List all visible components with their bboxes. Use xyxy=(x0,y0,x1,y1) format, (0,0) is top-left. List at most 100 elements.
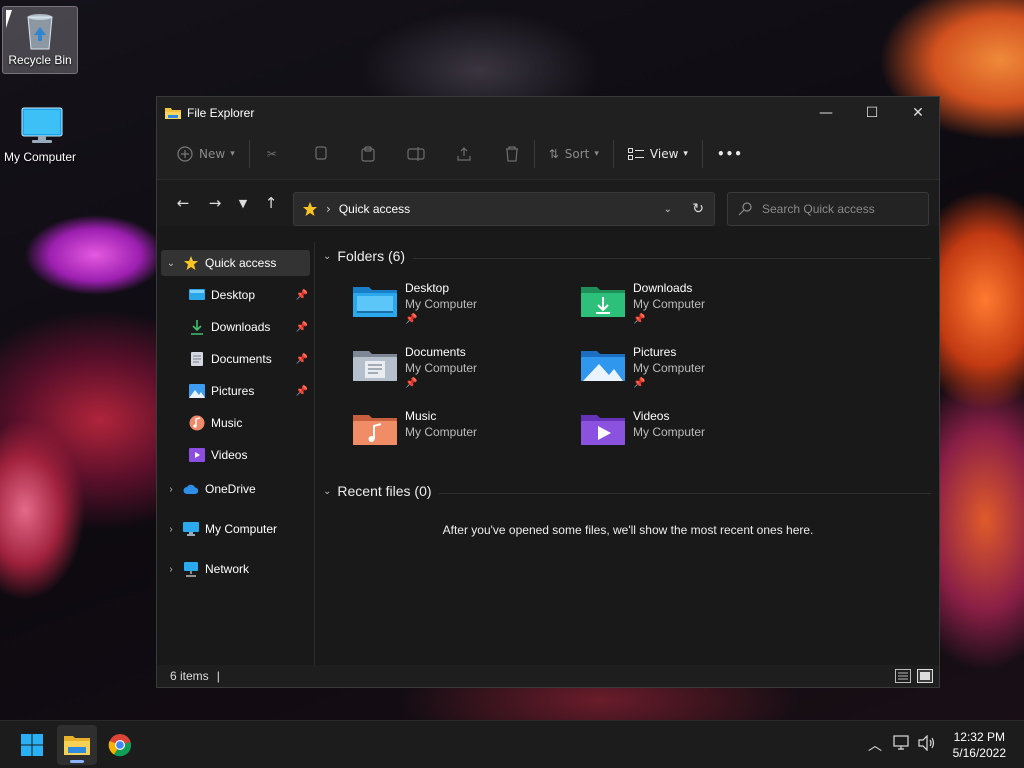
sidebar-item-network[interactable]: › Network xyxy=(161,556,310,582)
share-icon xyxy=(456,146,472,162)
folder-tile-music[interactable]: Music My Computer xyxy=(353,408,573,468)
up-button[interactable]: ↑ xyxy=(255,187,287,219)
chevron-down-icon[interactable]: ⌄ xyxy=(163,258,179,269)
plus-circle-icon xyxy=(177,145,193,162)
sort-icon: ⇅ xyxy=(548,146,559,161)
sidebar-item-onedrive[interactable]: › OneDrive xyxy=(161,476,310,502)
star-icon xyxy=(183,255,199,271)
folder-name: Videos xyxy=(633,409,670,423)
divider xyxy=(413,258,931,259)
start-button[interactable] xyxy=(12,725,52,765)
folder-tile-desktop[interactable]: Desktop My Computer 📌 xyxy=(353,280,573,340)
close-button[interactable]: ✕ xyxy=(895,97,941,128)
desktop-icon-my-computer[interactable]: My Computer xyxy=(2,106,78,174)
maximize-button[interactable]: ☐ xyxy=(849,97,895,128)
chevron-down-icon: ▾ xyxy=(594,148,599,159)
sidebar-item-my-computer[interactable]: › My Computer xyxy=(161,516,310,542)
folder-tile-videos[interactable]: Videos My Computer xyxy=(581,408,801,468)
tiles-view-icon[interactable] xyxy=(917,669,933,683)
breadcrumb-separator: › xyxy=(326,202,331,216)
forward-button[interactable]: → xyxy=(199,187,231,219)
toolbar-divider xyxy=(612,139,614,168)
pictures-icon xyxy=(189,383,205,399)
chevron-down-icon[interactable]: ⌄ xyxy=(323,251,331,262)
folder-tile-pictures[interactable]: Pictures My Computer 📌 xyxy=(581,344,801,404)
paste-button[interactable] xyxy=(352,138,384,170)
sidebar-item-label: Videos xyxy=(211,448,248,462)
copy-icon xyxy=(313,145,327,162)
sidebar-item-downloads[interactable]: Downloads 📌 xyxy=(161,314,310,340)
active-indicator xyxy=(70,760,84,763)
toolbar-divider xyxy=(533,139,535,168)
show-hidden-icons-chevron-icon[interactable]: ︿ xyxy=(868,735,882,755)
chevron-right-icon[interactable]: › xyxy=(163,524,179,535)
folder-name: Documents xyxy=(405,345,466,359)
documents-icon xyxy=(189,351,205,367)
recent-files-empty-message: After you've opened some files, we'll sh… xyxy=(442,523,814,537)
sidebar-item-documents[interactable]: Documents 📌 xyxy=(161,346,310,372)
volume-icon[interactable] xyxy=(918,734,936,755)
chevron-down-icon[interactable]: ⌄ xyxy=(323,486,331,497)
search-input[interactable] xyxy=(762,202,912,216)
sidebar-item-quick-access[interactable]: ⌄ Quick access xyxy=(161,250,310,276)
rename-button[interactable] xyxy=(400,138,432,170)
chevron-right-icon[interactable]: › xyxy=(163,564,179,575)
scissors-icon: ✂ xyxy=(266,146,277,161)
desktop-icon-label: Recycle Bin xyxy=(8,53,72,67)
recent-files-section-header[interactable]: ⌄ Recent files (0) xyxy=(323,483,432,499)
address-bar[interactable]: › Quick access ⌄ ↻ xyxy=(293,192,715,226)
videos-folder-icon xyxy=(581,412,625,446)
sidebar-item-desktop[interactable]: Desktop 📌 xyxy=(161,282,310,308)
details-view-icon[interactable] xyxy=(895,669,911,683)
minimize-button[interactable]: — xyxy=(803,97,849,128)
content-pane: ⌄ Folders (6) Desktop My Computer 📌 Down… xyxy=(317,242,939,668)
taskbar-chrome[interactable] xyxy=(100,725,140,765)
monitor-icon xyxy=(183,521,199,537)
delete-button[interactable] xyxy=(496,138,528,170)
folder-icon xyxy=(64,734,90,756)
more-options-button[interactable]: ••• xyxy=(709,138,751,170)
sidebar-item-music[interactable]: Music xyxy=(161,410,310,436)
refresh-icon[interactable]: ↻ xyxy=(692,201,704,217)
back-button[interactable]: ← xyxy=(167,187,199,219)
folder-location: My Computer xyxy=(633,297,706,311)
clock-time: 12:32 PM xyxy=(953,730,1005,744)
chevron-down-icon: ▾ xyxy=(230,148,235,159)
sidebar-item-label: OneDrive xyxy=(205,482,256,496)
sort-button[interactable]: ⇅ Sort ▾ xyxy=(541,138,607,170)
folder-tile-downloads[interactable]: Downloads My Computer 📌 xyxy=(581,280,801,340)
pin-icon: 📌 xyxy=(295,385,308,397)
clock[interactable]: 12:32 PM 5/16/2022 xyxy=(953,729,1006,761)
folder-location: My Computer xyxy=(405,425,478,439)
command-bar: New ▾ ✂ ⇅ Sort ▾ View ▾ ••• xyxy=(157,128,939,180)
folder-tile-documents[interactable]: Documents My Computer 📌 xyxy=(353,344,573,404)
share-button[interactable] xyxy=(448,138,480,170)
arrow-up-icon: ↑ xyxy=(264,194,278,212)
chevron-right-icon[interactable]: › xyxy=(163,484,179,495)
folders-section-header[interactable]: ⌄ Folders (6) xyxy=(323,248,405,264)
arrow-left-icon: ← xyxy=(176,194,190,212)
desktop-folder-icon xyxy=(189,287,205,303)
toolbar-divider xyxy=(701,139,703,168)
sidebar-item-videos[interactable]: Videos xyxy=(161,442,310,468)
address-dropdown-icon[interactable]: ⌄ xyxy=(664,204,672,215)
folder-icon xyxy=(165,106,181,120)
toolbar-divider xyxy=(248,139,250,168)
taskbar-file-explorer[interactable] xyxy=(57,725,97,765)
cut-button[interactable]: ✂ xyxy=(256,138,288,170)
network-status-icon[interactable] xyxy=(893,735,911,755)
view-button[interactable]: View ▾ xyxy=(620,138,696,170)
recent-locations-button[interactable]: ▼ xyxy=(231,187,255,219)
sidebar-item-label: Documents xyxy=(211,352,272,366)
new-button[interactable]: New ▾ xyxy=(169,138,243,170)
breadcrumb-quick-access[interactable]: Quick access xyxy=(339,202,410,216)
arrow-right-icon: → xyxy=(208,194,222,212)
search-box[interactable] xyxy=(727,192,929,226)
sidebar-item-pictures[interactable]: Pictures 📌 xyxy=(161,378,310,404)
title-bar[interactable]: File Explorer — ☐ ✕ xyxy=(157,97,939,128)
text-cursor: | xyxy=(216,669,220,683)
copy-button[interactable] xyxy=(304,138,336,170)
pin-icon: 📌 xyxy=(633,314,646,325)
recycle-bin-icon xyxy=(20,11,60,51)
pin-icon: 📌 xyxy=(295,353,308,365)
